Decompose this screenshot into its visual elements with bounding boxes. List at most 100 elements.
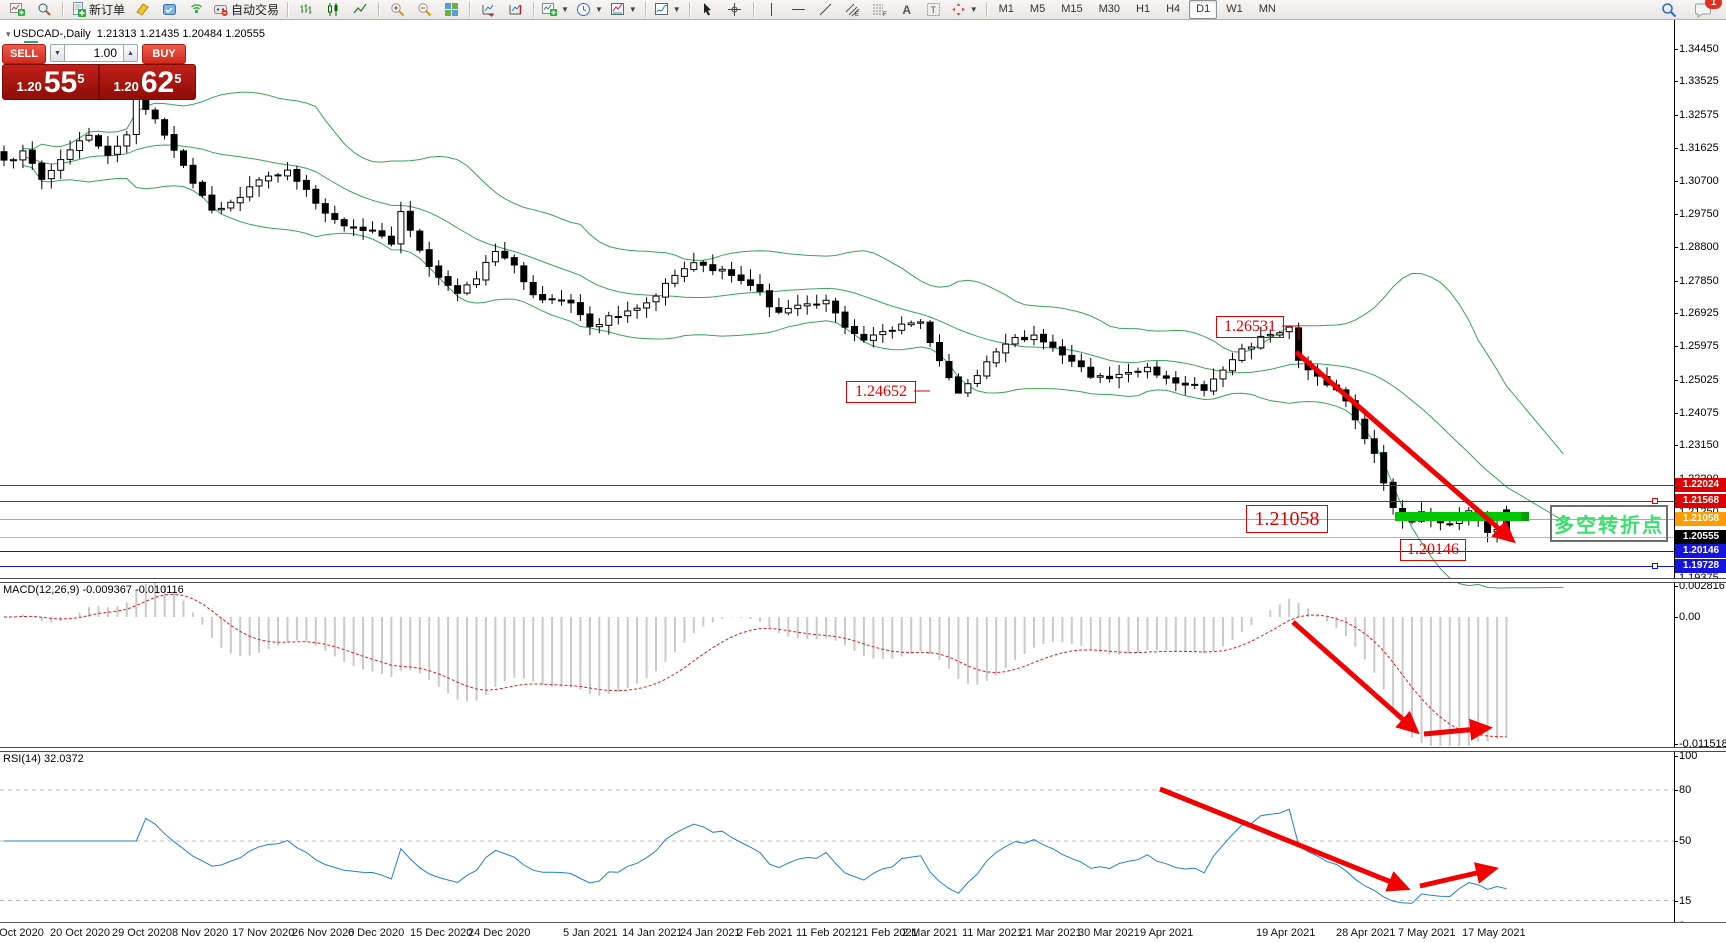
candlestick-chart-button[interactable] <box>320 0 346 20</box>
buy-button[interactable]: BUY <box>142 44 186 64</box>
label-tool-button[interactable]: T <box>921 0 947 20</box>
date-label: 24 Dec 2020 <box>468 927 530 939</box>
templates-button[interactable]: ▼ <box>607 0 640 20</box>
price-tick-label: 1.32575 <box>1679 109 1719 121</box>
clock-icon <box>576 2 591 17</box>
new-chart-button[interactable] <box>4 0 30 20</box>
support-bar-handle[interactable] <box>1521 512 1529 521</box>
cursor-tool-button[interactable] <box>695 0 721 20</box>
bid-price-panel[interactable]: 1.20 55 5 <box>3 65 98 99</box>
volume-increment-button[interactable]: ▲ <box>123 44 138 62</box>
horizontal-line-tool-button[interactable] <box>786 0 812 20</box>
price-label-box-1.24652[interactable]: 1.24652 <box>846 381 916 403</box>
date-axis[interactable]: 9 Oct 202020 Oct 202029 Oct 20208 Nov 20… <box>0 922 1726 943</box>
tile-windows-button[interactable] <box>438 0 464 20</box>
level-line-handle[interactable] <box>1652 498 1658 504</box>
one-click-trading-widget: SELL ▼ ▲ BUY 1.20 55 5 1.20 62 5 <box>2 44 196 100</box>
timeframe-m30-button[interactable]: M30 <box>1092 0 1127 19</box>
timeframe-h4-button[interactable]: H4 <box>1159 0 1187 19</box>
main-macd-separator[interactable] <box>0 578 1726 583</box>
date-label: 11 Feb 2021 <box>796 927 857 939</box>
date-label: 24 Jan 2021 <box>680 927 741 939</box>
arrows-tool-button[interactable]: ▼ <box>948 0 981 20</box>
level-line-1.22024[interactable] <box>0 485 1674 486</box>
level-line-1.19728[interactable] <box>0 566 1674 567</box>
volume-input[interactable] <box>65 44 123 62</box>
timeframe-w1-button[interactable]: W1 <box>1219 0 1250 19</box>
timeframe-mn-button[interactable]: MN <box>1252 0 1283 19</box>
signals-button[interactable] <box>183 0 209 20</box>
bar-chart-icon <box>299 2 314 17</box>
fibonacci-tool-button[interactable]: F <box>867 0 893 20</box>
new-chart-dropdown-button[interactable]: ▼ <box>539 0 572 20</box>
date-label: 2 Feb 2021 <box>737 927 793 939</box>
periods-button[interactable]: ▼ <box>573 0 606 20</box>
template-chart-icon <box>610 2 625 17</box>
date-label: 15 Dec 2020 <box>410 927 472 939</box>
price-badge-1.22024: 1.22024 <box>1675 478 1726 492</box>
price-tick-label: 1.29750 <box>1679 208 1719 220</box>
terminal-icon <box>162 2 177 17</box>
trendline-icon <box>818 2 833 17</box>
date-label: 14 Jan 2021 <box>622 927 683 939</box>
crosshair-tool-button[interactable] <box>722 0 748 20</box>
level-line-1.20555[interactable] <box>0 537 1674 538</box>
text-tool-button[interactable]: A <box>894 0 920 20</box>
profiles-button[interactable] <box>31 0 57 20</box>
zoom-out-button[interactable] <box>411 0 437 20</box>
new-order-button[interactable]: 新订单 <box>68 0 128 20</box>
timeframe-d1-button[interactable]: D1 <box>1189 0 1217 19</box>
bid-price-main: 55 <box>44 69 77 97</box>
metaeditor-icon <box>135 2 150 17</box>
text-icon: A <box>902 3 911 17</box>
macd-rsi-separator[interactable] <box>0 747 1726 752</box>
ask-price-panel[interactable]: 1.20 62 5 <box>100 65 195 99</box>
toolbar-separator <box>62 2 63 17</box>
chart-area[interactable]: ▾ USDCAD-,Daily 1.21313 1.21435 1.20484 … <box>0 20 1726 942</box>
symbol-underline <box>24 41 38 43</box>
metaeditor-button[interactable] <box>129 0 155 20</box>
trendline-tool-button[interactable] <box>813 0 839 20</box>
ask-price-pip: 5 <box>174 72 181 85</box>
date-label: 11 Mar 2021 <box>962 927 1023 939</box>
chevron-down-icon[interactable]: ▾ <box>6 29 13 39</box>
line-chart-icon <box>353 2 368 17</box>
volume-decrement-button[interactable]: ▼ <box>50 44 65 62</box>
rsi-label: RSI(14) 32.0372 <box>3 753 84 765</box>
date-label: 19 Apr 2021 <box>1256 927 1315 939</box>
bar-chart-button[interactable] <box>293 0 319 20</box>
new-chart-plus-icon <box>542 2 557 17</box>
search-button[interactable] <box>1656 0 1682 20</box>
channel-tool-button[interactable]: E <box>840 0 866 20</box>
autotrading-icon <box>213 2 228 17</box>
timeframe-h1-button[interactable]: H1 <box>1129 0 1157 19</box>
level-line-handle[interactable] <box>1652 563 1658 569</box>
chart-shift-icon <box>508 2 523 17</box>
auto-scroll-button[interactable] <box>475 0 501 20</box>
turning-point-annotation[interactable]: 多空转折点 <box>1550 505 1668 542</box>
indicators-button[interactable]: ▼ <box>651 0 684 20</box>
sell-button[interactable]: SELL <box>2 44 46 64</box>
price-label-box-1.20146[interactable]: 1.20146 <box>1400 539 1466 561</box>
timeframe-m5-button[interactable]: M5 <box>1023 0 1052 19</box>
support-highlight-bar[interactable] <box>1395 512 1527 521</box>
timeframe-m1-button[interactable]: M1 <box>992 0 1021 19</box>
macd-tick-label: 0.00 <box>1679 611 1700 623</box>
timeframe-m15-button[interactable]: M15 <box>1054 0 1089 19</box>
level-line-1.21568[interactable] <box>0 501 1674 502</box>
date-label: 6 Dec 2020 <box>348 927 404 939</box>
ask-price-prefix: 1.20 <box>114 77 139 97</box>
zoom-in-button[interactable] <box>384 0 410 20</box>
price-label-box-1.26531[interactable]: 1.26531 <box>1216 316 1284 338</box>
line-chart-button[interactable] <box>347 0 373 20</box>
price-label-box-1.21058[interactable]: 1.21058 <box>1246 505 1328 533</box>
vertical-line-icon <box>764 2 779 17</box>
price-tick-label: 1.24075 <box>1679 407 1719 419</box>
autotrading-button[interactable]: 自动交易 <box>210 0 282 20</box>
price-axis[interactable]: 1.344501.335251.325751.316251.307001.297… <box>1674 20 1726 922</box>
bid-ask-panel: 1.20 55 5 1.20 62 5 <box>2 64 196 100</box>
chart-shift-button[interactable] <box>502 0 528 20</box>
vertical-line-tool-button[interactable] <box>759 0 785 20</box>
terminal-button[interactable] <box>156 0 182 20</box>
notifications-button[interactable]: 1 <box>1690 0 1716 20</box>
